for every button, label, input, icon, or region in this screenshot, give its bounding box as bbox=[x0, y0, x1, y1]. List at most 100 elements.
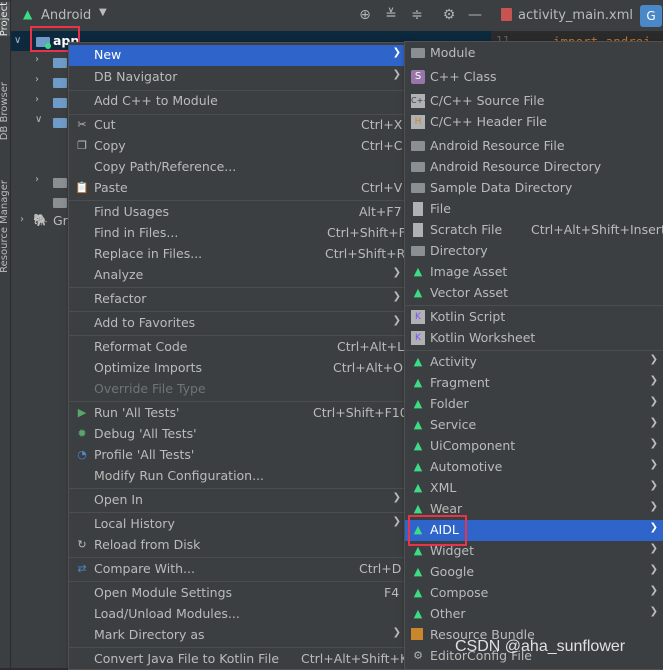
submenu-item-cpp-source[interactable]: C++ C/C++ Source File bbox=[405, 91, 663, 112]
file-icon bbox=[413, 202, 423, 216]
chevron-down-icon[interactable]: ∨ bbox=[14, 35, 21, 46]
submenu-item-cpp-header[interactable]: H C/C++ Header File bbox=[405, 112, 663, 133]
menu-item-debug-all-tests[interactable]: ✹ Debug 'All Tests' bbox=[69, 424, 407, 445]
submenu-item-automotive[interactable]: ▲ Automotive ❯ bbox=[405, 457, 663, 478]
menu-item-add-to-favorites[interactable]: Add to Favorites ❯ bbox=[69, 313, 407, 334]
folder-icon bbox=[53, 78, 67, 88]
resource-file-icon bbox=[411, 141, 425, 151]
submenu-item-scratch-file[interactable]: Scratch File Ctrl+Alt+Shift+Insert bbox=[405, 220, 663, 241]
submenu-item-activity[interactable]: ▲ Activity ❯ bbox=[405, 352, 663, 373]
menu-item-modify-run-config[interactable]: Modify Run Configuration... bbox=[69, 466, 407, 487]
menu-item-cut[interactable]: ✂ Cut Ctrl+X bbox=[69, 115, 407, 136]
view-selector[interactable]: Android bbox=[41, 8, 91, 23]
submenu-item-module[interactable]: Module bbox=[405, 43, 663, 64]
menu-item-convert-java-to-kotlin[interactable]: Convert Java File to Kotlin File Ctrl+Alt… bbox=[69, 649, 408, 670]
editor-tab-activity-main[interactable]: activity_main.xml bbox=[518, 8, 633, 23]
chevron-right-icon: ❯ bbox=[649, 522, 658, 533]
gear-icon[interactable]: ⚙ bbox=[440, 6, 458, 24]
run-icon: ▶ bbox=[77, 406, 87, 419]
submenu-item-fragment[interactable]: ▲ Fragment ❯ bbox=[405, 373, 663, 394]
chevron-right-icon: ❯ bbox=[392, 516, 401, 527]
chevron-right-icon: ❯ bbox=[649, 438, 658, 449]
new-submenu: Module S C++ Class C++ C/C++ Source File H… bbox=[404, 41, 663, 670]
submenu-item-android-resource-file[interactable]: Android Resource File bbox=[405, 136, 663, 157]
menu-item-replace-in-files[interactable]: Replace in Files... Ctrl+Shift+R bbox=[69, 244, 407, 265]
android-icon: ▲ bbox=[413, 355, 423, 368]
menu-item-find-in-files[interactable]: Find in Files... Ctrl+Shift+F bbox=[69, 223, 407, 244]
folder-icon bbox=[411, 162, 425, 172]
menu-item-open-in[interactable]: Open In ❯ bbox=[69, 490, 407, 511]
android-icon: ▲ bbox=[413, 565, 423, 578]
menu-item-mark-directory-as[interactable]: Mark Directory as ❯ bbox=[69, 625, 407, 646]
submenu-item-kotlin-script[interactable]: K Kotlin Script bbox=[405, 307, 663, 328]
chevron-right-icon[interactable]: › bbox=[35, 54, 39, 65]
android-icon: ▲ bbox=[413, 397, 423, 410]
hide-icon[interactable]: — bbox=[466, 6, 484, 24]
menu-item-find-usages[interactable]: Find Usages Alt+F7 bbox=[69, 202, 407, 223]
android-icon: ▲ bbox=[413, 265, 423, 278]
menu-item-new[interactable]: New ❯ bbox=[69, 45, 407, 66]
submenu-item-cpp-class[interactable]: S C++ Class bbox=[405, 67, 663, 88]
expand-all-icon[interactable]: ≚ bbox=[382, 6, 400, 24]
chevron-right-icon: ❯ bbox=[392, 69, 401, 80]
menu-item-copy-path[interactable]: Copy Path/Reference... bbox=[69, 157, 407, 178]
menu-item-profile-all-tests[interactable]: ◔ Profile 'All Tests' bbox=[69, 445, 407, 466]
menu-item-local-history[interactable]: Local History ❯ bbox=[69, 514, 407, 535]
menu-item-reformat-code[interactable]: Reformat Code Ctrl+Alt+L bbox=[69, 337, 407, 358]
menu-item-refactor[interactable]: Refactor ❯ bbox=[69, 289, 407, 310]
chevron-right-icon: ❯ bbox=[649, 543, 658, 554]
cpp-class-icon: S bbox=[411, 70, 425, 84]
submenu-item-directory[interactable]: Directory bbox=[405, 241, 663, 262]
chevron-right-icon: ❯ bbox=[649, 501, 658, 512]
chevron-right-icon: ❯ bbox=[392, 47, 401, 58]
submenu-item-folder[interactable]: ▲ Folder ❯ bbox=[405, 394, 663, 415]
submenu-item-aidl[interactable]: ▲ AIDL ❯ bbox=[405, 520, 663, 541]
chevron-down-icon[interactable]: ▼ bbox=[99, 7, 107, 18]
locate-icon[interactable]: ⊕ bbox=[356, 6, 374, 24]
chevron-right-icon[interactable]: › bbox=[35, 94, 39, 105]
android-icon: ▲ bbox=[413, 418, 423, 431]
chevron-right-icon[interactable]: › bbox=[35, 174, 39, 185]
menu-item-compare-with[interactable]: ⇄ Compare With... Ctrl+D bbox=[69, 559, 407, 580]
tab-db-browser[interactable]: DB Browser bbox=[0, 82, 10, 140]
submenu-item-other[interactable]: ▲ Other ❯ bbox=[405, 604, 663, 625]
submenu-item-vector-asset[interactable]: ▲ Vector Asset bbox=[405, 283, 663, 304]
menu-item-reload-from-disk[interactable]: ↻ Reload from Disk bbox=[69, 535, 407, 556]
google-tab-icon[interactable]: G bbox=[640, 5, 662, 27]
menu-item-db-navigator[interactable]: DB Navigator ❯ bbox=[69, 67, 407, 88]
gradle-icon: 🐘 bbox=[33, 213, 48, 227]
collapse-all-icon[interactable]: ≑ bbox=[408, 6, 426, 24]
menu-item-open-module-settings[interactable]: Open Module Settings F4 bbox=[69, 583, 407, 604]
android-icon: ▲ bbox=[413, 376, 423, 389]
submenu-item-sample-data-directory[interactable]: Sample Data Directory bbox=[405, 178, 663, 199]
resource-bundle-icon bbox=[411, 628, 423, 640]
submenu-item-compose[interactable]: ▲ Compose ❯ bbox=[405, 583, 663, 604]
chevron-right-icon[interactable]: › bbox=[35, 74, 39, 85]
menu-item-optimize-imports[interactable]: Optimize Imports Ctrl+Alt+O bbox=[69, 358, 407, 379]
android-icon: ▲ bbox=[413, 502, 423, 515]
compare-icon: ⇄ bbox=[77, 562, 87, 575]
chevron-right-icon[interactable]: › bbox=[20, 214, 24, 225]
submenu-item-kotlin-worksheet[interactable]: K Kotlin Worksheet bbox=[405, 328, 663, 349]
menu-item-analyze[interactable]: Analyze ❯ bbox=[69, 265, 407, 286]
submenu-item-wear[interactable]: ▲ Wear ❯ bbox=[405, 499, 663, 520]
android-icon: ▲ bbox=[413, 544, 423, 557]
submenu-item-xml[interactable]: ▲ XML ❯ bbox=[405, 478, 663, 499]
submenu-item-google[interactable]: ▲ Google ❯ bbox=[405, 562, 663, 583]
submenu-item-service[interactable]: ▲ Service ❯ bbox=[405, 415, 663, 436]
submenu-item-file[interactable]: File bbox=[405, 199, 663, 220]
submenu-item-image-asset[interactable]: ▲ Image Asset bbox=[405, 262, 663, 283]
menu-item-run-all-tests[interactable]: ▶ Run 'All Tests' Ctrl+Shift+F10 bbox=[69, 403, 408, 424]
scratch-file-icon bbox=[413, 223, 423, 237]
submenu-item-widget[interactable]: ▲ Widget ❯ bbox=[405, 541, 663, 562]
tab-resource-manager[interactable]: Resource Manager bbox=[0, 180, 10, 273]
context-menu: New ❯ DB Navigator ❯ Add C++ to Module ✂ Cu… bbox=[68, 42, 408, 670]
menu-item-copy[interactable]: ❐ Copy Ctrl+C bbox=[69, 136, 407, 157]
tab-project[interactable]: Project bbox=[0, 2, 10, 37]
menu-item-load-unload-modules[interactable]: Load/Unload Modules... bbox=[69, 604, 407, 625]
menu-item-add-cpp[interactable]: Add C++ to Module bbox=[69, 91, 407, 112]
submenu-item-uicomponent[interactable]: ▲ UiComponent ❯ bbox=[405, 436, 663, 457]
submenu-item-android-resource-directory[interactable]: Android Resource Directory bbox=[405, 157, 663, 178]
menu-item-paste[interactable]: 📋 Paste Ctrl+V bbox=[69, 178, 407, 199]
chevron-down-icon[interactable]: ∨ bbox=[35, 114, 42, 125]
